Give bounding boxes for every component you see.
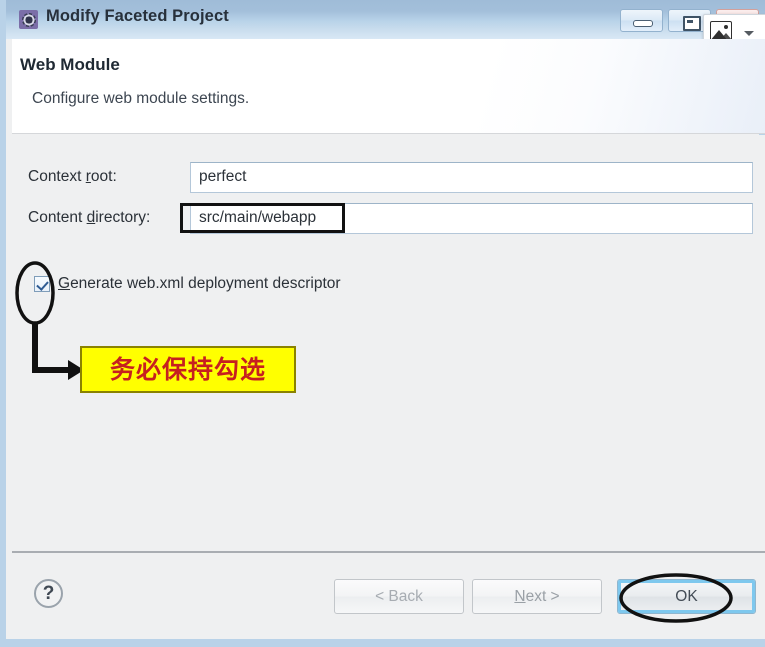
minimize-icon — [633, 20, 653, 27]
dialog-footer: ? < Back Next > OK — [12, 551, 765, 639]
back-button[interactable]: < Back — [334, 579, 464, 614]
faceted-project-icon — [19, 10, 38, 29]
help-icon[interactable]: ? — [34, 579, 63, 608]
content-directory-label: Content directory: — [28, 209, 151, 226]
modify-faceted-project-dialog: Modify Faceted Project Web Module Config… — [0, 0, 765, 647]
context-root-label: Context root: — [28, 168, 117, 185]
generate-webxml-label: Generate web.xml deployment descriptor — [58, 275, 341, 292]
generate-webxml-checkbox[interactable] — [34, 276, 50, 292]
minimize-button[interactable] — [620, 9, 663, 32]
maximize-icon — [683, 16, 701, 31]
title-bar[interactable]: Modify Faceted Project — [6, 0, 765, 39]
page-subtitle: Configure web module settings. — [32, 90, 250, 107]
context-root-input[interactable]: perfect — [190, 162, 753, 193]
dialog-body: Context root: perfect Content directory:… — [12, 135, 765, 551]
chevron-down-icon[interactable] — [744, 31, 754, 36]
next-button[interactable]: Next > — [472, 579, 602, 614]
page-title: Web Module — [20, 55, 120, 74]
content-directory-input[interactable]: src/main/webapp — [190, 203, 753, 234]
generate-webxml-row[interactable]: Generate web.xml deployment descriptor — [34, 275, 341, 293]
window-title: Modify Faceted Project — [46, 7, 229, 25]
dialog-header: Web Module Configure web module settings… — [12, 39, 765, 134]
ok-button[interactable]: OK — [617, 579, 756, 614]
